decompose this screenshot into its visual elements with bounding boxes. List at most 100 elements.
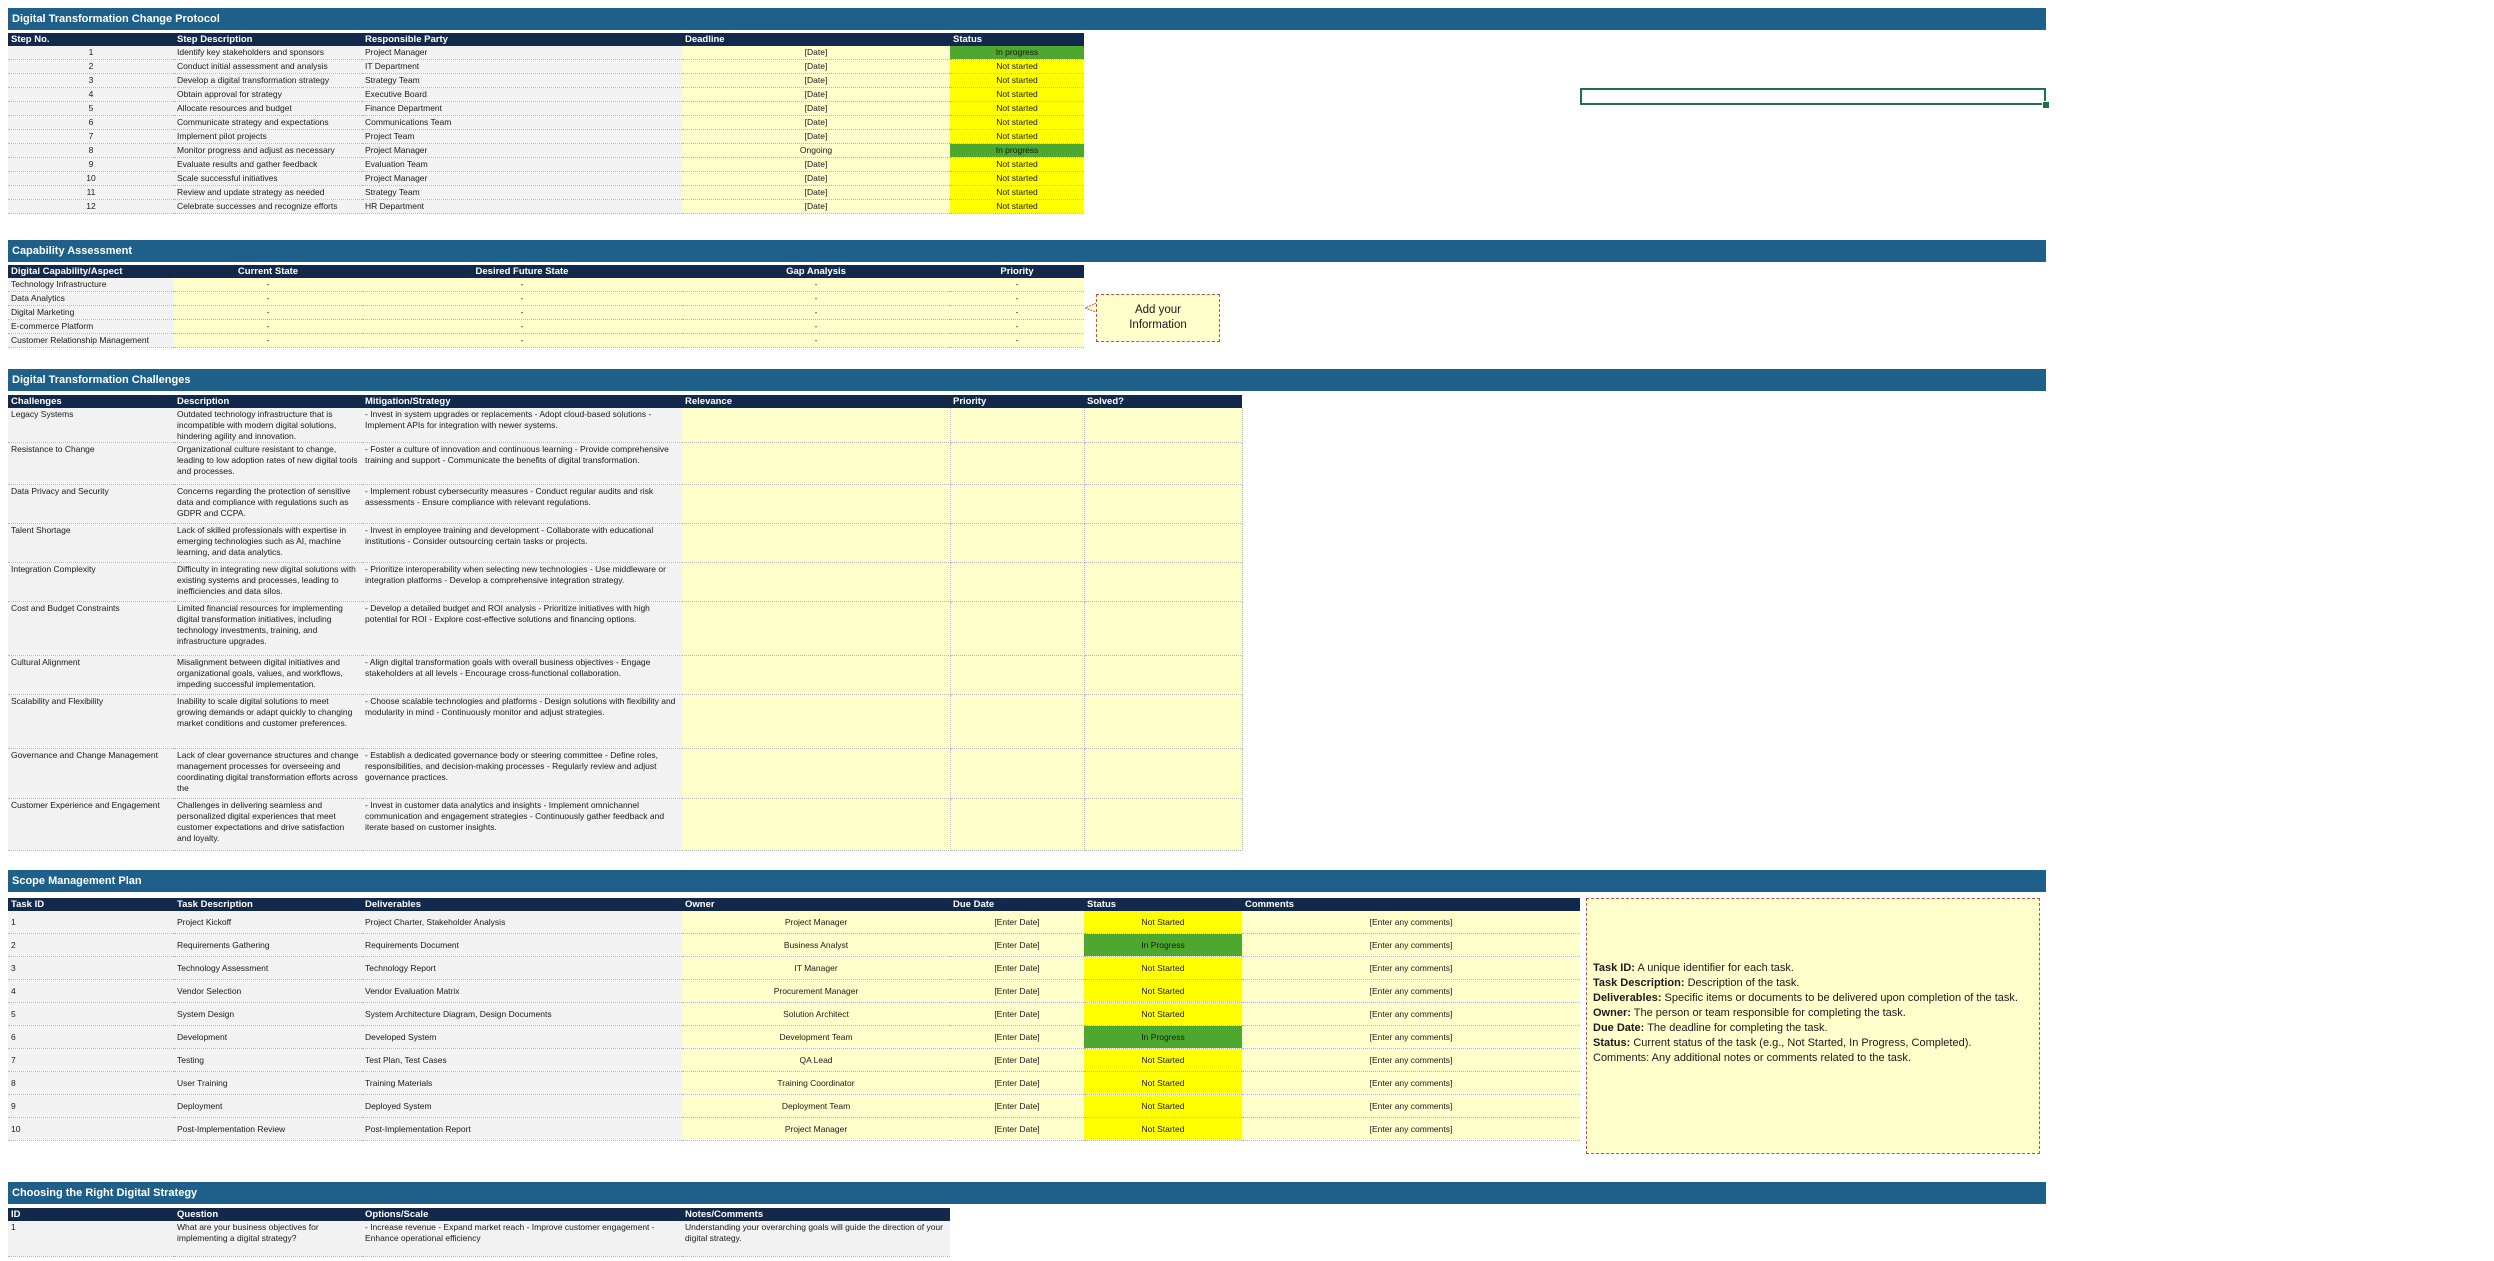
desired-state-cell[interactable]: - bbox=[362, 278, 682, 292]
desired-state-cell[interactable]: - bbox=[362, 333, 682, 348]
mitigation-cell[interactable]: - Invest in customer data analytics and … bbox=[362, 798, 682, 851]
status-cell[interactable]: Not started bbox=[950, 199, 1084, 214]
deadline-cell[interactable]: [Date] bbox=[682, 73, 950, 88]
due-date-cell[interactable]: [Enter Date] bbox=[950, 1071, 1084, 1095]
priority-cell[interactable] bbox=[950, 694, 1085, 749]
deadline-cell[interactable]: [Date] bbox=[682, 59, 950, 74]
owner-cell[interactable]: IT Manager bbox=[682, 956, 950, 980]
solved-cell[interactable] bbox=[1084, 748, 1243, 799]
due-date-cell[interactable]: [Enter Date] bbox=[950, 933, 1084, 957]
challenge-description-cell[interactable]: Limited financial resources for implemen… bbox=[174, 601, 362, 656]
challenge-description-cell[interactable]: Difficulty in integrating new digital so… bbox=[174, 562, 362, 602]
status-cell[interactable]: Not started bbox=[950, 171, 1084, 186]
responsible-party-cell[interactable]: Strategy Team bbox=[362, 185, 682, 200]
relevance-cell[interactable] bbox=[682, 748, 951, 799]
priority-cell[interactable] bbox=[950, 655, 1085, 695]
desired-state-cell[interactable]: - bbox=[362, 305, 682, 320]
gap-analysis-cell[interactable]: - bbox=[682, 333, 950, 348]
step-description-cell[interactable]: Implement pilot projects bbox=[174, 129, 362, 144]
mitigation-cell[interactable]: - Foster a culture of innovation and con… bbox=[362, 442, 682, 485]
responsible-party-cell[interactable]: Project Manager bbox=[362, 46, 682, 60]
priority-cell[interactable] bbox=[950, 408, 1085, 443]
relevance-cell[interactable] bbox=[682, 601, 951, 656]
priority-cell[interactable]: - bbox=[950, 333, 1084, 348]
owner-cell[interactable]: Business Analyst bbox=[682, 933, 950, 957]
priority-cell[interactable] bbox=[950, 523, 1085, 563]
step-description-cell[interactable]: Evaluate results and gather feedback bbox=[174, 157, 362, 172]
task-id-cell[interactable]: 7 bbox=[8, 1048, 174, 1072]
challenge-description-cell[interactable]: Lack of skilled professionals with exper… bbox=[174, 523, 362, 563]
comments-cell[interactable]: [Enter any comments] bbox=[1242, 956, 1580, 980]
mitigation-cell[interactable]: - Invest in employee training and develo… bbox=[362, 523, 682, 563]
step-description-cell[interactable]: Celebrate successes and recognize effort… bbox=[174, 199, 362, 214]
deadline-cell[interactable]: [Date] bbox=[682, 129, 950, 144]
notes-cell[interactable]: Understanding your overarching goals wil… bbox=[682, 1221, 950, 1257]
comments-cell[interactable]: [Enter any comments] bbox=[1242, 1048, 1580, 1072]
deadline-cell[interactable]: [Date] bbox=[682, 185, 950, 200]
due-date-cell[interactable]: [Enter Date] bbox=[950, 1048, 1084, 1072]
comments-cell[interactable]: [Enter any comments] bbox=[1242, 1117, 1580, 1141]
relevance-cell[interactable] bbox=[682, 562, 951, 602]
task-id-cell[interactable]: 9 bbox=[8, 1094, 174, 1118]
relevance-cell[interactable] bbox=[682, 408, 951, 443]
status-cell[interactable]: Not started bbox=[950, 129, 1084, 144]
challenge-description-cell[interactable]: Outdated technology infrastructure that … bbox=[174, 408, 362, 443]
owner-cell[interactable]: Solution Architect bbox=[682, 1002, 950, 1026]
task-description-cell[interactable]: Testing bbox=[174, 1048, 362, 1072]
responsible-party-cell[interactable]: Communications Team bbox=[362, 115, 682, 130]
priority-cell[interactable] bbox=[950, 798, 1085, 851]
status-cell[interactable]: Not Started bbox=[1084, 956, 1242, 980]
current-state-cell[interactable]: - bbox=[174, 319, 362, 334]
owner-cell[interactable]: Procurement Manager bbox=[682, 979, 950, 1003]
deliverables-cell[interactable]: Test Plan, Test Cases bbox=[362, 1048, 682, 1072]
gap-analysis-cell[interactable]: - bbox=[682, 278, 950, 292]
challenge-name-cell[interactable]: Cost and Budget Constraints bbox=[8, 601, 174, 656]
task-description-cell[interactable]: Requirements Gathering bbox=[174, 933, 362, 957]
deliverables-cell[interactable]: Training Materials bbox=[362, 1071, 682, 1095]
solved-cell[interactable] bbox=[1084, 655, 1243, 695]
task-id-cell[interactable]: 2 bbox=[8, 933, 174, 957]
capability-aspect-cell[interactable]: Customer Relationship Management bbox=[8, 333, 174, 348]
desired-state-cell[interactable]: - bbox=[362, 291, 682, 306]
options-cell[interactable]: - Increase revenue - Expand market reach… bbox=[362, 1221, 682, 1257]
capability-aspect-cell[interactable]: Data Analytics bbox=[8, 291, 174, 306]
gap-analysis-cell[interactable]: - bbox=[682, 291, 950, 306]
responsible-party-cell[interactable]: Finance Department bbox=[362, 101, 682, 116]
deliverables-cell[interactable]: Deployed System bbox=[362, 1094, 682, 1118]
status-cell[interactable]: Not started bbox=[950, 115, 1084, 130]
mitigation-cell[interactable]: - Invest in system upgrades or replaceme… bbox=[362, 408, 682, 443]
challenge-description-cell[interactable]: Organizational culture resistant to chan… bbox=[174, 442, 362, 485]
deliverables-cell[interactable]: System Architecture Diagram, Design Docu… bbox=[362, 1002, 682, 1026]
step-number-cell[interactable]: 12 bbox=[8, 199, 174, 214]
task-description-cell[interactable]: System Design bbox=[174, 1002, 362, 1026]
owner-cell[interactable]: Deployment Team bbox=[682, 1094, 950, 1118]
status-cell[interactable]: In progress bbox=[950, 143, 1084, 158]
responsible-party-cell[interactable]: HR Department bbox=[362, 199, 682, 214]
task-id-cell[interactable]: 10 bbox=[8, 1117, 174, 1141]
comments-cell[interactable]: [Enter any comments] bbox=[1242, 1071, 1580, 1095]
task-description-cell[interactable]: Post-Implementation Review bbox=[174, 1117, 362, 1141]
step-description-cell[interactable]: Scale successful initiatives bbox=[174, 171, 362, 186]
mitigation-cell[interactable]: - Choose scalable technologies and platf… bbox=[362, 694, 682, 749]
challenge-name-cell[interactable]: Data Privacy and Security bbox=[8, 484, 174, 524]
solved-cell[interactable] bbox=[1084, 484, 1243, 524]
comments-cell[interactable]: [Enter any comments] bbox=[1242, 911, 1580, 934]
step-number-cell[interactable]: 8 bbox=[8, 143, 174, 158]
challenge-name-cell[interactable]: Legacy Systems bbox=[8, 408, 174, 443]
relevance-cell[interactable] bbox=[682, 798, 951, 851]
status-cell[interactable]: Not started bbox=[950, 157, 1084, 172]
mitigation-cell[interactable]: - Establish a dedicated governance body … bbox=[362, 748, 682, 799]
comments-cell[interactable]: [Enter any comments] bbox=[1242, 1002, 1580, 1026]
priority-cell[interactable] bbox=[950, 601, 1085, 656]
challenge-name-cell[interactable]: Cultural Alignment bbox=[8, 655, 174, 695]
mitigation-cell[interactable]: - Prioritize interoperability when selec… bbox=[362, 562, 682, 602]
step-number-cell[interactable]: 6 bbox=[8, 115, 174, 130]
challenge-description-cell[interactable]: Misalignment between digital initiatives… bbox=[174, 655, 362, 695]
deadline-cell[interactable]: [Date] bbox=[682, 115, 950, 130]
status-cell[interactable]: Not Started bbox=[1084, 1117, 1242, 1141]
responsible-party-cell[interactable]: Project Manager bbox=[362, 143, 682, 158]
mitigation-cell[interactable]: - Align digital transformation goals wit… bbox=[362, 655, 682, 695]
priority-cell[interactable]: - bbox=[950, 319, 1084, 334]
status-cell[interactable]: Not started bbox=[950, 101, 1084, 116]
capability-aspect-cell[interactable]: E-commerce Platform bbox=[8, 319, 174, 334]
